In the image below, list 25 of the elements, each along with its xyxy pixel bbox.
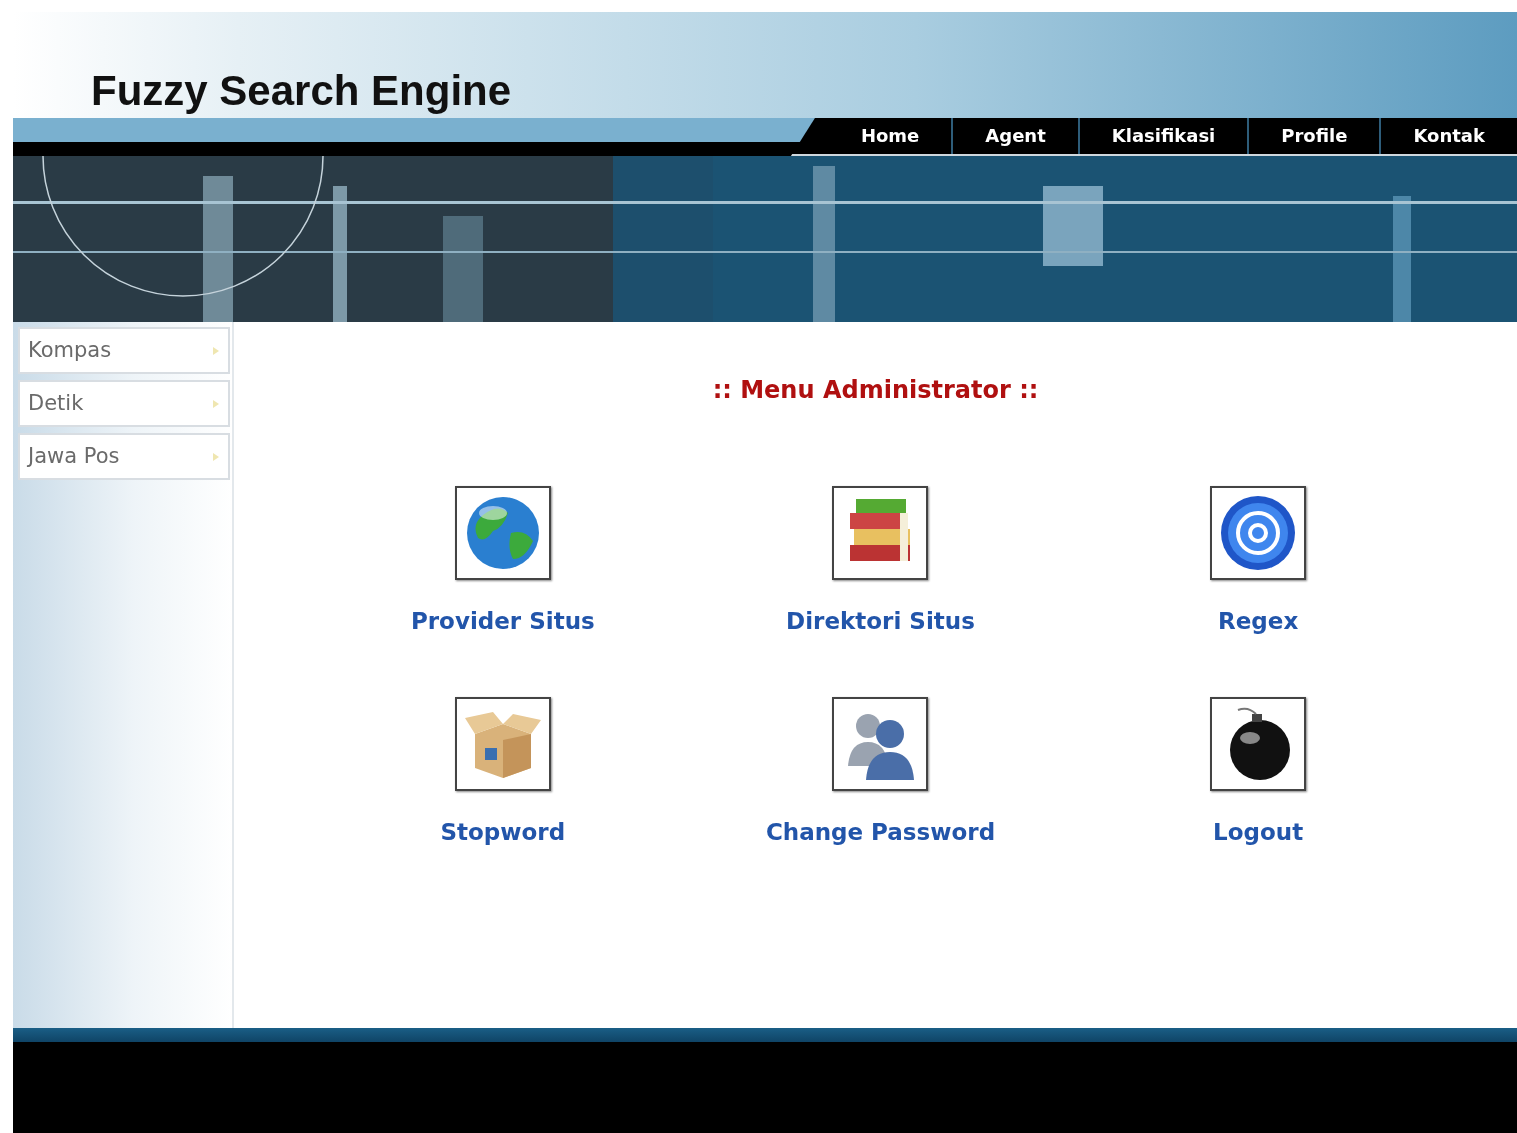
nav-link[interactable]: Profile (1247, 118, 1380, 154)
icon-tile[interactable] (832, 696, 929, 791)
menu-link[interactable]: Change Password (765, 814, 996, 849)
sidebar-item[interactable]: Jawa Pos (18, 433, 230, 480)
menu-link[interactable]: Direktori Situs (786, 604, 975, 639)
icon-tile[interactable] (454, 486, 551, 580)
section-heading: :: Menu Administrator :: (711, 375, 1040, 406)
nav-link[interactable]: Klasifikasi (1077, 118, 1248, 154)
arrow-icon (212, 398, 220, 409)
menu-link[interactable]: Regex (1218, 604, 1299, 639)
nav-link[interactable]: Kontak (1379, 118, 1517, 154)
site-title: Fuzzy Search Engine (91, 70, 512, 112)
nav-link[interactable]: Home (828, 118, 952, 154)
icon-tile[interactable] (832, 486, 929, 580)
icon-tile[interactable] (1210, 696, 1307, 791)
icon-tile[interactable] (1210, 486, 1307, 580)
menu-link[interactable]: Logout (1213, 814, 1304, 849)
menu-link[interactable]: Stopword (440, 814, 566, 849)
menu-link[interactable]: Provider Situs (410, 604, 595, 639)
icon-tile[interactable] (454, 696, 551, 791)
sidebar-item[interactable]: Kompas (18, 327, 230, 374)
arrow-icon (212, 345, 220, 356)
sidebar-item[interactable]: Detik (18, 380, 230, 427)
arrow-icon (212, 451, 220, 462)
nav-link[interactable]: Agent (951, 118, 1078, 154)
